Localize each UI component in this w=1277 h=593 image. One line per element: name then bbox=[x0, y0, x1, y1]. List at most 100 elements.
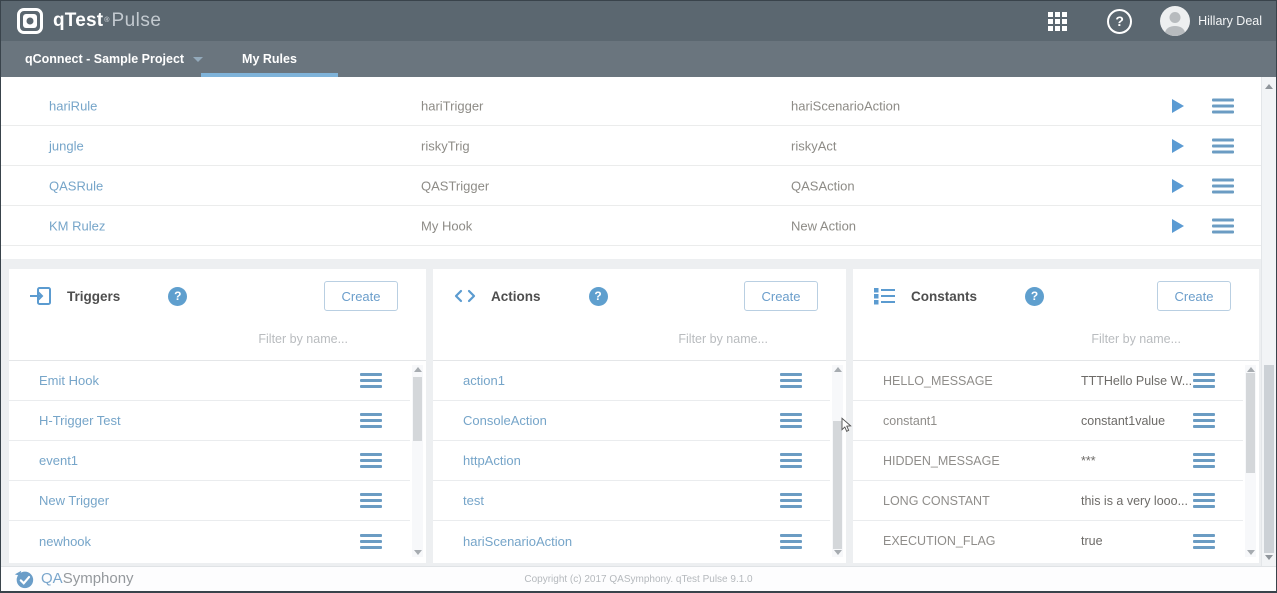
action-link[interactable]: httpAction bbox=[463, 453, 780, 468]
avatar[interactable] bbox=[1160, 6, 1190, 36]
actions-panel: Actions ? Create action1 ConsoleAction h… bbox=[433, 269, 846, 563]
trigger-link[interactable]: New Trigger bbox=[39, 493, 360, 508]
item-menu-icon[interactable] bbox=[1193, 410, 1215, 431]
list-item: Emit Hook bbox=[9, 361, 410, 401]
rule-menu-icon[interactable] bbox=[1212, 135, 1234, 156]
list-item: hariScenarioAction bbox=[433, 521, 830, 561]
item-menu-icon[interactable] bbox=[1193, 450, 1215, 471]
scrollbar-thumb[interactable] bbox=[833, 421, 842, 549]
triggers-filter-input[interactable] bbox=[9, 332, 426, 346]
scroll-down-arrow-icon[interactable] bbox=[1265, 555, 1273, 560]
run-rule-button[interactable] bbox=[1172, 99, 1184, 113]
trigger-link[interactable]: event1 bbox=[39, 453, 360, 468]
constant-value: constant1value bbox=[1081, 414, 1193, 428]
scroll-down-arrow-icon[interactable] bbox=[834, 550, 842, 555]
list-item: constant1 constant1value bbox=[853, 401, 1243, 441]
constants-filter-input[interactable] bbox=[853, 332, 1259, 346]
rule-action: QASAction bbox=[791, 178, 855, 193]
item-menu-icon[interactable] bbox=[780, 450, 802, 471]
constants-panel: Constants ? Create HELLO_MESSAGE TTTHell… bbox=[853, 269, 1259, 563]
tab-my-rules-label: My Rules bbox=[242, 52, 297, 66]
list-item: EXECUTION_FLAG true bbox=[853, 521, 1243, 561]
action-link[interactable]: test bbox=[463, 493, 780, 508]
scrollbar-thumb[interactable] bbox=[1246, 373, 1255, 473]
triggers-help-icon[interactable]: ? bbox=[168, 287, 187, 306]
constant-name: constant1 bbox=[883, 414, 1081, 428]
rule-menu-icon[interactable] bbox=[1212, 175, 1234, 196]
rule-name-link[interactable]: jungle bbox=[49, 138, 84, 153]
scrollbar-thumb[interactable] bbox=[413, 377, 422, 441]
help-icon[interactable]: ? bbox=[1107, 9, 1132, 34]
constants-scrollbar[interactable] bbox=[1245, 365, 1256, 557]
project-selector-label: qConnect - Sample Project bbox=[25, 52, 184, 66]
item-menu-icon[interactable] bbox=[360, 490, 382, 511]
item-menu-icon[interactable] bbox=[1193, 370, 1215, 391]
constants-list: HELLO_MESSAGE TTTHello Pulse W... consta… bbox=[853, 361, 1243, 563]
run-rule-button[interactable] bbox=[1172, 179, 1184, 193]
run-rule-button[interactable] bbox=[1172, 139, 1184, 153]
trigger-link[interactable]: Emit Hook bbox=[39, 373, 360, 388]
constants-help-icon[interactable]: ? bbox=[1025, 287, 1044, 306]
scroll-up-arrow-icon[interactable] bbox=[1265, 84, 1273, 89]
item-menu-icon[interactable] bbox=[780, 490, 802, 511]
rules-list: hariRule hariTrigger hariScenarioAction … bbox=[1, 77, 1262, 259]
rule-name-link[interactable]: QASRule bbox=[49, 178, 103, 193]
constants-title: Constants bbox=[911, 289, 977, 304]
run-rule-button[interactable] bbox=[1172, 219, 1184, 233]
apps-grid-icon[interactable] bbox=[1048, 12, 1067, 31]
scrollbar-thumb[interactable] bbox=[1264, 365, 1274, 553]
action-link[interactable]: hariScenarioAction bbox=[463, 534, 780, 549]
rule-menu-icon[interactable] bbox=[1212, 215, 1234, 236]
project-selector[interactable]: qConnect - Sample Project bbox=[25, 41, 203, 77]
item-menu-icon[interactable] bbox=[360, 370, 382, 391]
scroll-up-arrow-icon[interactable] bbox=[414, 367, 422, 372]
rule-menu-icon[interactable] bbox=[1212, 95, 1234, 116]
item-menu-icon[interactable] bbox=[780, 531, 802, 552]
item-menu-icon[interactable] bbox=[1193, 490, 1215, 511]
constants-filter bbox=[853, 317, 1259, 361]
brand-qtest: qTest bbox=[53, 10, 103, 32]
actions-filter-input[interactable] bbox=[433, 332, 846, 346]
brand-qa: QA bbox=[41, 570, 63, 587]
action-link[interactable]: ConsoleAction bbox=[463, 413, 780, 428]
scroll-up-arrow-icon[interactable] bbox=[1247, 367, 1255, 372]
item-menu-icon[interactable] bbox=[1193, 531, 1215, 552]
list-icon bbox=[873, 284, 897, 308]
list-item: event1 bbox=[9, 441, 410, 481]
rule-name-link[interactable]: KM Rulez bbox=[49, 218, 105, 233]
item-menu-icon[interactable] bbox=[780, 370, 802, 391]
avatar-head bbox=[1170, 12, 1181, 23]
actions-scrollbar[interactable] bbox=[832, 365, 843, 557]
item-menu-icon[interactable] bbox=[360, 450, 382, 471]
create-constant-button[interactable]: Create bbox=[1157, 281, 1231, 311]
item-menu-icon[interactable] bbox=[360, 410, 382, 431]
scroll-down-arrow-icon[interactable] bbox=[1247, 550, 1255, 555]
actions-help-icon[interactable]: ? bbox=[589, 287, 608, 306]
actions-panel-header: Actions ? Create bbox=[433, 269, 846, 317]
user-name[interactable]: Hillary Deal bbox=[1198, 14, 1262, 28]
constant-name: HIDDEN_MESSAGE bbox=[883, 454, 1081, 468]
item-menu-icon[interactable] bbox=[780, 410, 802, 431]
action-link[interactable]: action1 bbox=[463, 373, 780, 388]
avatar-body bbox=[1165, 26, 1185, 36]
scroll-down-arrow-icon[interactable] bbox=[414, 550, 422, 555]
top-bar-right: ? Hillary Deal bbox=[1048, 6, 1276, 36]
code-brackets-icon bbox=[453, 284, 477, 308]
list-item: HELLO_MESSAGE TTTHello Pulse W... bbox=[853, 361, 1243, 401]
triggers-scrollbar[interactable] bbox=[412, 365, 423, 557]
trigger-link[interactable]: newhook bbox=[39, 534, 360, 549]
rule-name-link[interactable]: hariRule bbox=[49, 98, 97, 113]
constant-value: true bbox=[1081, 534, 1193, 548]
top-bar: qTest ® Pulse ? Hillary Deal bbox=[1, 1, 1276, 41]
page-scrollbar[interactable] bbox=[1261, 77, 1276, 567]
create-trigger-button[interactable]: Create bbox=[324, 281, 398, 311]
tab-my-rules[interactable]: My Rules bbox=[201, 41, 338, 77]
scroll-up-arrow-icon[interactable] bbox=[834, 367, 842, 372]
list-item: LONG CONSTANT this is a very looo... bbox=[853, 481, 1243, 521]
trigger-link[interactable]: H-Trigger Test bbox=[39, 413, 360, 428]
qasymphony-brand: QASymphony bbox=[41, 570, 134, 588]
rule-row: hariRule hariTrigger hariScenarioAction bbox=[1, 86, 1262, 126]
item-menu-icon[interactable] bbox=[360, 531, 382, 552]
create-action-button[interactable]: Create bbox=[744, 281, 818, 311]
rule-action: hariScenarioAction bbox=[791, 98, 900, 113]
